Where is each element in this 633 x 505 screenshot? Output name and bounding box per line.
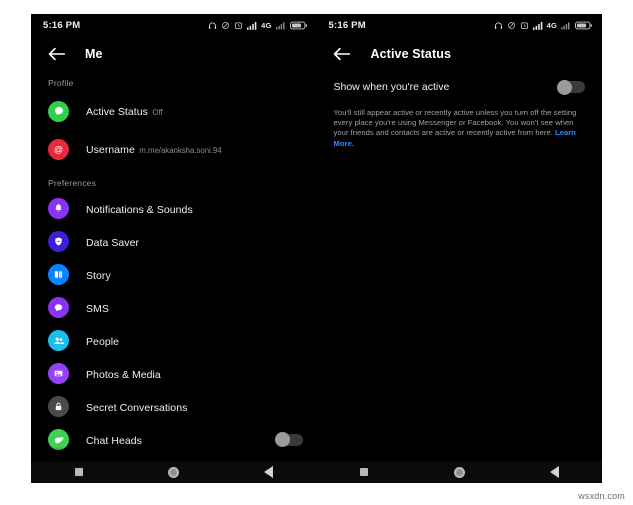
back-button-left[interactable]: [43, 41, 69, 67]
bell-icon: [48, 198, 69, 219]
message-bubble-icon: [48, 297, 69, 318]
home-circle-icon: [168, 466, 180, 478]
list-item-active-status[interactable]: Active Status Off: [31, 92, 317, 130]
nav-recents-button[interactable]: [344, 461, 384, 483]
headphone-icon: [494, 21, 503, 30]
active-status-description: You'll still appear active or recently a…: [317, 102, 603, 149]
list-item-text: Secret Conversations: [86, 398, 303, 416]
list-item-text: Photos & Media: [86, 365, 303, 383]
signal-bars-icon: [247, 21, 258, 30]
list-item-label: Story: [86, 269, 111, 282]
list-item-people[interactable]: People: [31, 324, 317, 357]
list-item-username[interactable]: @ Username m.me/akanksha.soni.94: [31, 130, 317, 168]
photo-icon: [48, 363, 69, 384]
dual-screenshot-stage: 5:16 PM 4G Me Profile Active Status Off …: [31, 14, 602, 483]
list-item-text: SMS: [86, 299, 303, 317]
battery-icon: [289, 21, 307, 30]
list-item-chat-heads[interactable]: Chat Heads: [31, 423, 317, 456]
list-item-sublabel: Off: [152, 108, 163, 117]
page-title-left: Me: [85, 47, 103, 61]
app-bar-right: Active Status: [317, 36, 603, 72]
list-item-label: Data Saver: [86, 236, 140, 249]
status-bar-left: 5:16 PM 4G: [31, 14, 317, 36]
signal-bars-icon: [532, 21, 544, 30]
list-item-label: SMS: [86, 302, 109, 315]
network-type-label: 4G: [261, 20, 272, 30]
list-item-label: Secret Conversations: [86, 401, 188, 414]
status-bar-right: 5:16 PM 4G: [317, 14, 603, 36]
show-when-active-toggle[interactable]: [557, 79, 585, 95]
mute-icon: [221, 21, 230, 30]
android-nav-bar-right: [316, 461, 602, 483]
list-item-story[interactable]: Story: [31, 258, 317, 291]
toggle-knob: [274, 432, 290, 447]
story-icon: [48, 264, 69, 285]
list-item-label: Notifications & Sounds: [86, 203, 193, 216]
status-clock: 5:16 PM: [43, 19, 81, 31]
list-item-sublabel: m.me/akanksha.soni.94: [139, 146, 222, 155]
list-item-photos-media[interactable]: Photos & Media: [31, 357, 317, 390]
list-item-text: Username m.me/akanksha.soni.94: [86, 140, 303, 158]
app-bar-left: Me: [31, 36, 317, 72]
list-item-notifications-sounds[interactable]: Notifications & Sounds: [31, 192, 317, 225]
active-status-icon: [48, 100, 69, 122]
section-heading-preferences: Preferences: [48, 178, 97, 188]
settings-scroll-left[interactable]: Profile Active Status Off @ Username m.m…: [31, 72, 317, 483]
list-item-label: Active Status: [86, 106, 148, 118]
back-triangle-icon: [264, 466, 274, 478]
status-icons: 4G: [494, 21, 592, 30]
chat-heads-icon: [48, 429, 69, 450]
watermark: wsxdn.com: [578, 491, 625, 501]
android-nav-bar-left: [31, 461, 317, 483]
list-item-data-saver[interactable]: Data Saver: [31, 225, 317, 258]
list-item-secret-conversations[interactable]: Secret Conversations: [31, 390, 317, 423]
battery-icon: [575, 21, 592, 30]
list-item-text: People: [86, 332, 303, 350]
nav-recents-button[interactable]: [59, 461, 99, 483]
list-item-label: People: [86, 335, 119, 348]
list-item-label: Username: [86, 144, 135, 156]
active-status-body: Show when you're active You'll still app…: [317, 72, 603, 483]
right-phone-screen: 5:16 PM 4G Active Status Show when you'r…: [316, 14, 603, 483]
nav-home-button[interactable]: [439, 461, 479, 483]
alarm-icon: [234, 21, 243, 30]
page-title-right: Active Status: [370, 47, 451, 61]
list-item-sms[interactable]: SMS: [31, 291, 317, 324]
section-heading-profile: Profile: [48, 78, 74, 88]
list-item-text: Story: [86, 266, 303, 284]
recents-square-icon: [74, 468, 83, 476]
list-item-text: Data Saver: [86, 233, 303, 251]
show-when-active-row[interactable]: Show when you're active: [317, 72, 603, 102]
home-circle-icon: [453, 466, 465, 478]
show-when-active-label: Show when you're active: [333, 81, 450, 93]
recents-square-icon: [360, 468, 369, 476]
alarm-icon: [520, 21, 529, 30]
at-sign-icon: @: [48, 138, 69, 160]
back-triangle-icon: [549, 466, 559, 478]
svg-text:@: @: [54, 144, 63, 154]
nav-home-button[interactable]: [154, 461, 194, 483]
back-button-right[interactable]: [329, 41, 355, 67]
list-item-label: Chat Heads: [86, 434, 142, 447]
status-clock: 5:16 PM: [328, 19, 366, 31]
mute-icon: [507, 21, 516, 30]
chat-heads-toggle[interactable]: [274, 432, 303, 447]
shield-icon: [48, 231, 69, 252]
left-phone-screen: 5:16 PM 4G Me Profile Active Status Off …: [31, 14, 317, 483]
list-item-text: Notifications & Sounds: [86, 200, 303, 218]
signal-second-icon: [561, 21, 571, 30]
toggle-knob: [557, 79, 572, 95]
list-item-text: Active Status Off: [86, 102, 303, 120]
list-item-label: Photos & Media: [86, 368, 161, 381]
headphone-icon: [208, 21, 217, 30]
status-icons: 4G: [208, 20, 307, 30]
lock-icon: [48, 396, 69, 417]
people-icon: [48, 330, 69, 351]
signal-second-icon: [275, 21, 286, 30]
network-type-label: 4G: [546, 20, 557, 30]
nav-back-button[interactable]: [534, 461, 574, 483]
description-text: You'll still appear active or recently a…: [333, 108, 577, 138]
list-item-text: Chat Heads: [86, 431, 276, 449]
nav-back-button[interactable]: [249, 461, 289, 483]
